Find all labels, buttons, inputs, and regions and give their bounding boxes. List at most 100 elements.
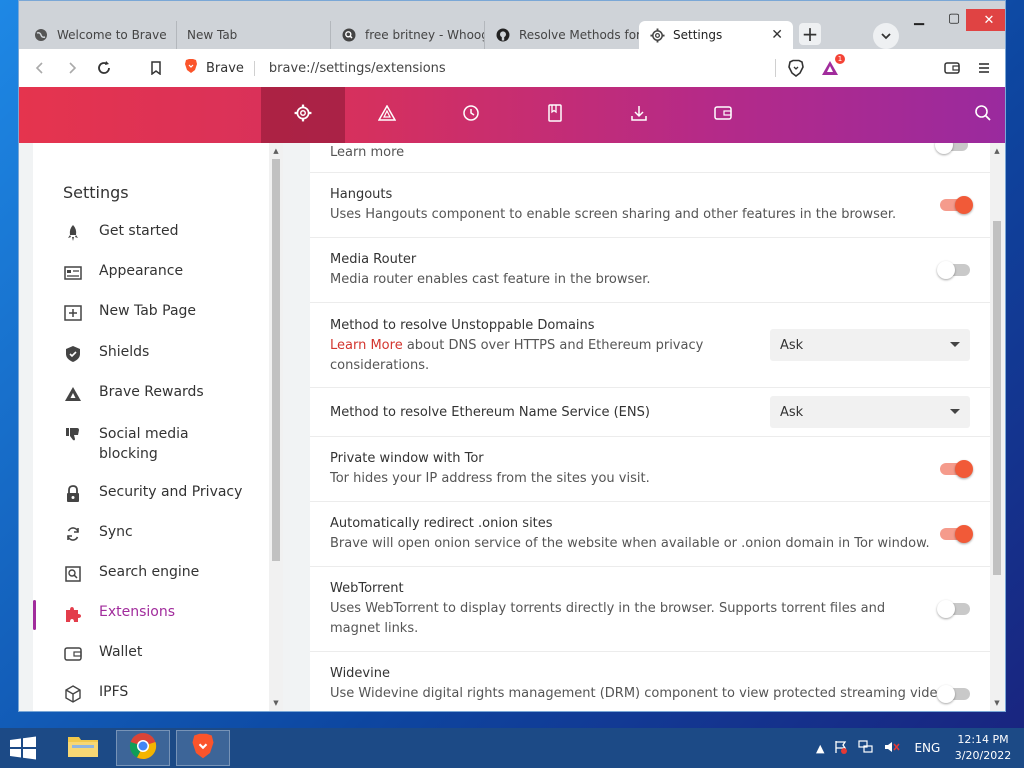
- address-bar[interactable]: Brave brave://settings/extensions: [184, 54, 780, 82]
- tor-toggle[interactable]: [940, 460, 973, 478]
- sidebar-item-get-started[interactable]: Get started: [63, 223, 263, 243]
- download-icon: [630, 104, 648, 126]
- rewards-triangle-icon: [63, 384, 83, 404]
- close-window-button[interactable]: ✕: [966, 9, 1005, 31]
- puzzle-icon: [63, 604, 83, 624]
- learn-more-link[interactable]: Learn more: [330, 143, 404, 163]
- sidebar-item-new-tab-page[interactable]: New Tab Page: [63, 303, 263, 323]
- tab-title: New Tab: [187, 28, 238, 42]
- brave-lion-icon: [184, 58, 198, 78]
- shields-button[interactable]: [785, 57, 807, 79]
- rewards-badge: 1: [835, 54, 845, 64]
- dropdown-caret-icon: [950, 342, 960, 347]
- back-button[interactable]: [29, 57, 51, 79]
- divider: [775, 59, 776, 77]
- toggle-knob: [955, 460, 973, 478]
- globe-icon: [33, 27, 49, 43]
- network-icon[interactable]: [858, 739, 874, 757]
- sidebar-item-search-engine[interactable]: Search engine: [63, 564, 263, 584]
- scrollbar-thumb[interactable]: [993, 221, 1001, 575]
- brave-app[interactable]: [176, 730, 230, 766]
- clock[interactable]: 12:14 PM 3/20/2022: [948, 732, 1018, 764]
- widevine-toggle[interactable]: [937, 685, 970, 703]
- toggle-switch[interactable]: [935, 143, 968, 154]
- sidebar-item-social-media-blocking[interactable]: Social media blocking: [63, 424, 263, 464]
- tab-github-resolve[interactable]: Resolve Methods for (: [485, 21, 639, 49]
- search-icon: [974, 104, 992, 126]
- volume-muted-icon[interactable]: [884, 740, 901, 757]
- nav-bookmarks[interactable]: [513, 87, 597, 143]
- scroll-down-arrow-icon[interactable]: ▼: [993, 699, 1001, 707]
- webtorrent-toggle[interactable]: [937, 600, 970, 618]
- sidebar-item-extensions[interactable]: Extensions: [63, 604, 263, 624]
- new-tab-button[interactable]: +: [799, 22, 821, 46]
- settings-search-button[interactable]: [971, 103, 995, 127]
- chrome-app[interactable]: [116, 730, 170, 766]
- unstoppable-domains-select[interactable]: Ask: [770, 329, 970, 361]
- settings-sidebar: Settings Get started Appearance New Tab …: [33, 143, 269, 711]
- scroll-down-arrow-icon[interactable]: ▼: [272, 699, 280, 707]
- bookmark-button[interactable]: [145, 57, 167, 79]
- scroll-up-arrow-icon[interactable]: ▲: [993, 147, 1001, 155]
- sidebar-item-shields[interactable]: Shields: [63, 344, 263, 364]
- close-tab-icon[interactable]: ✕: [771, 27, 783, 43]
- menu-button[interactable]: [973, 57, 995, 79]
- tab-strip: Welcome to Brave New Tab free britney - …: [19, 1, 1005, 49]
- minimize-button[interactable]: ▁: [899, 7, 939, 29]
- forward-button[interactable]: [61, 57, 83, 79]
- learn-more-link[interactable]: Learn More: [330, 338, 403, 353]
- tab-welcome[interactable]: Welcome to Brave: [23, 21, 177, 49]
- tab-whoogle[interactable]: free britney - Whoog: [331, 21, 485, 49]
- start-button[interactable]: [8, 736, 38, 760]
- scroll-up-arrow-icon[interactable]: ▲: [272, 147, 280, 155]
- history-icon: [462, 104, 480, 126]
- row-description: Tor hides your IP address from the sites…: [330, 471, 650, 486]
- reload-button[interactable]: [93, 57, 115, 79]
- sidebar-item-ipfs[interactable]: IPFS: [63, 684, 263, 704]
- toggle-knob: [955, 525, 973, 543]
- hangouts-toggle[interactable]: [940, 196, 973, 214]
- nav-rewards[interactable]: [345, 87, 429, 143]
- sidebar-scrollbar[interactable]: ▲ ▼: [269, 143, 283, 711]
- rewards-button[interactable]: 1: [819, 54, 845, 79]
- url-text[interactable]: brave://settings/extensions: [269, 61, 446, 76]
- scrollbar-thumb[interactable]: [272, 159, 280, 561]
- ens-select[interactable]: Ask: [770, 396, 970, 428]
- sidebar-item-security-privacy[interactable]: Security and Privacy: [63, 484, 263, 504]
- taskbar: ▲ ENG 12:14 PM 3/20/2022: [0, 728, 1024, 768]
- cube-icon: [63, 684, 83, 704]
- browser-window: Welcome to Brave New Tab free britney - …: [18, 0, 1006, 712]
- main-scrollbar[interactable]: ▲ ▼: [990, 143, 1004, 711]
- row-title: Automatically redirect .onion sites: [330, 516, 553, 531]
- row-title: Widevine: [330, 666, 390, 681]
- sidebar-item-label: Security and Privacy: [99, 484, 243, 500]
- nav-settings[interactable]: [261, 87, 345, 143]
- show-hidden-icons-icon[interactable]: ▲: [816, 742, 824, 755]
- sidebar-item-wallet[interactable]: Wallet: [63, 644, 263, 664]
- media-router-toggle[interactable]: [937, 261, 970, 279]
- nav-downloads[interactable]: [597, 87, 681, 143]
- flag-icon[interactable]: [834, 740, 848, 757]
- sidebar-item-appearance[interactable]: Appearance: [63, 263, 263, 283]
- clock-time: 12:14 PM: [957, 733, 1009, 746]
- tab-new-tab[interactable]: New Tab: [177, 21, 331, 49]
- dropdown-caret-icon: [950, 409, 960, 414]
- tab-settings[interactable]: Settings ✕: [639, 21, 793, 49]
- language-indicator[interactable]: ENG: [914, 741, 940, 755]
- file-explorer-app[interactable]: [56, 730, 110, 766]
- row-description: Uses Hangouts component to enable screen…: [330, 207, 897, 222]
- brave-lion-icon: [190, 732, 216, 764]
- settings-row-media-router: Media Router Media router enables cast f…: [310, 238, 990, 303]
- tab-search-button[interactable]: [873, 23, 899, 49]
- active-item-indicator: [33, 600, 36, 630]
- sidebar-item-brave-rewards[interactable]: Brave Rewards: [63, 384, 263, 404]
- wallet-button[interactable]: [941, 57, 963, 79]
- sidebar-item-label: Sync: [99, 524, 133, 540]
- sidebar-item-label: Search engine: [99, 564, 200, 580]
- nav-history[interactable]: [429, 87, 513, 143]
- thumbs-down-icon: [63, 424, 83, 444]
- onion-redirect-toggle[interactable]: [940, 525, 973, 543]
- nav-wallet[interactable]: [681, 87, 765, 143]
- sidebar-item-label: Appearance: [99, 263, 184, 279]
- sidebar-item-sync[interactable]: Sync: [63, 524, 263, 544]
